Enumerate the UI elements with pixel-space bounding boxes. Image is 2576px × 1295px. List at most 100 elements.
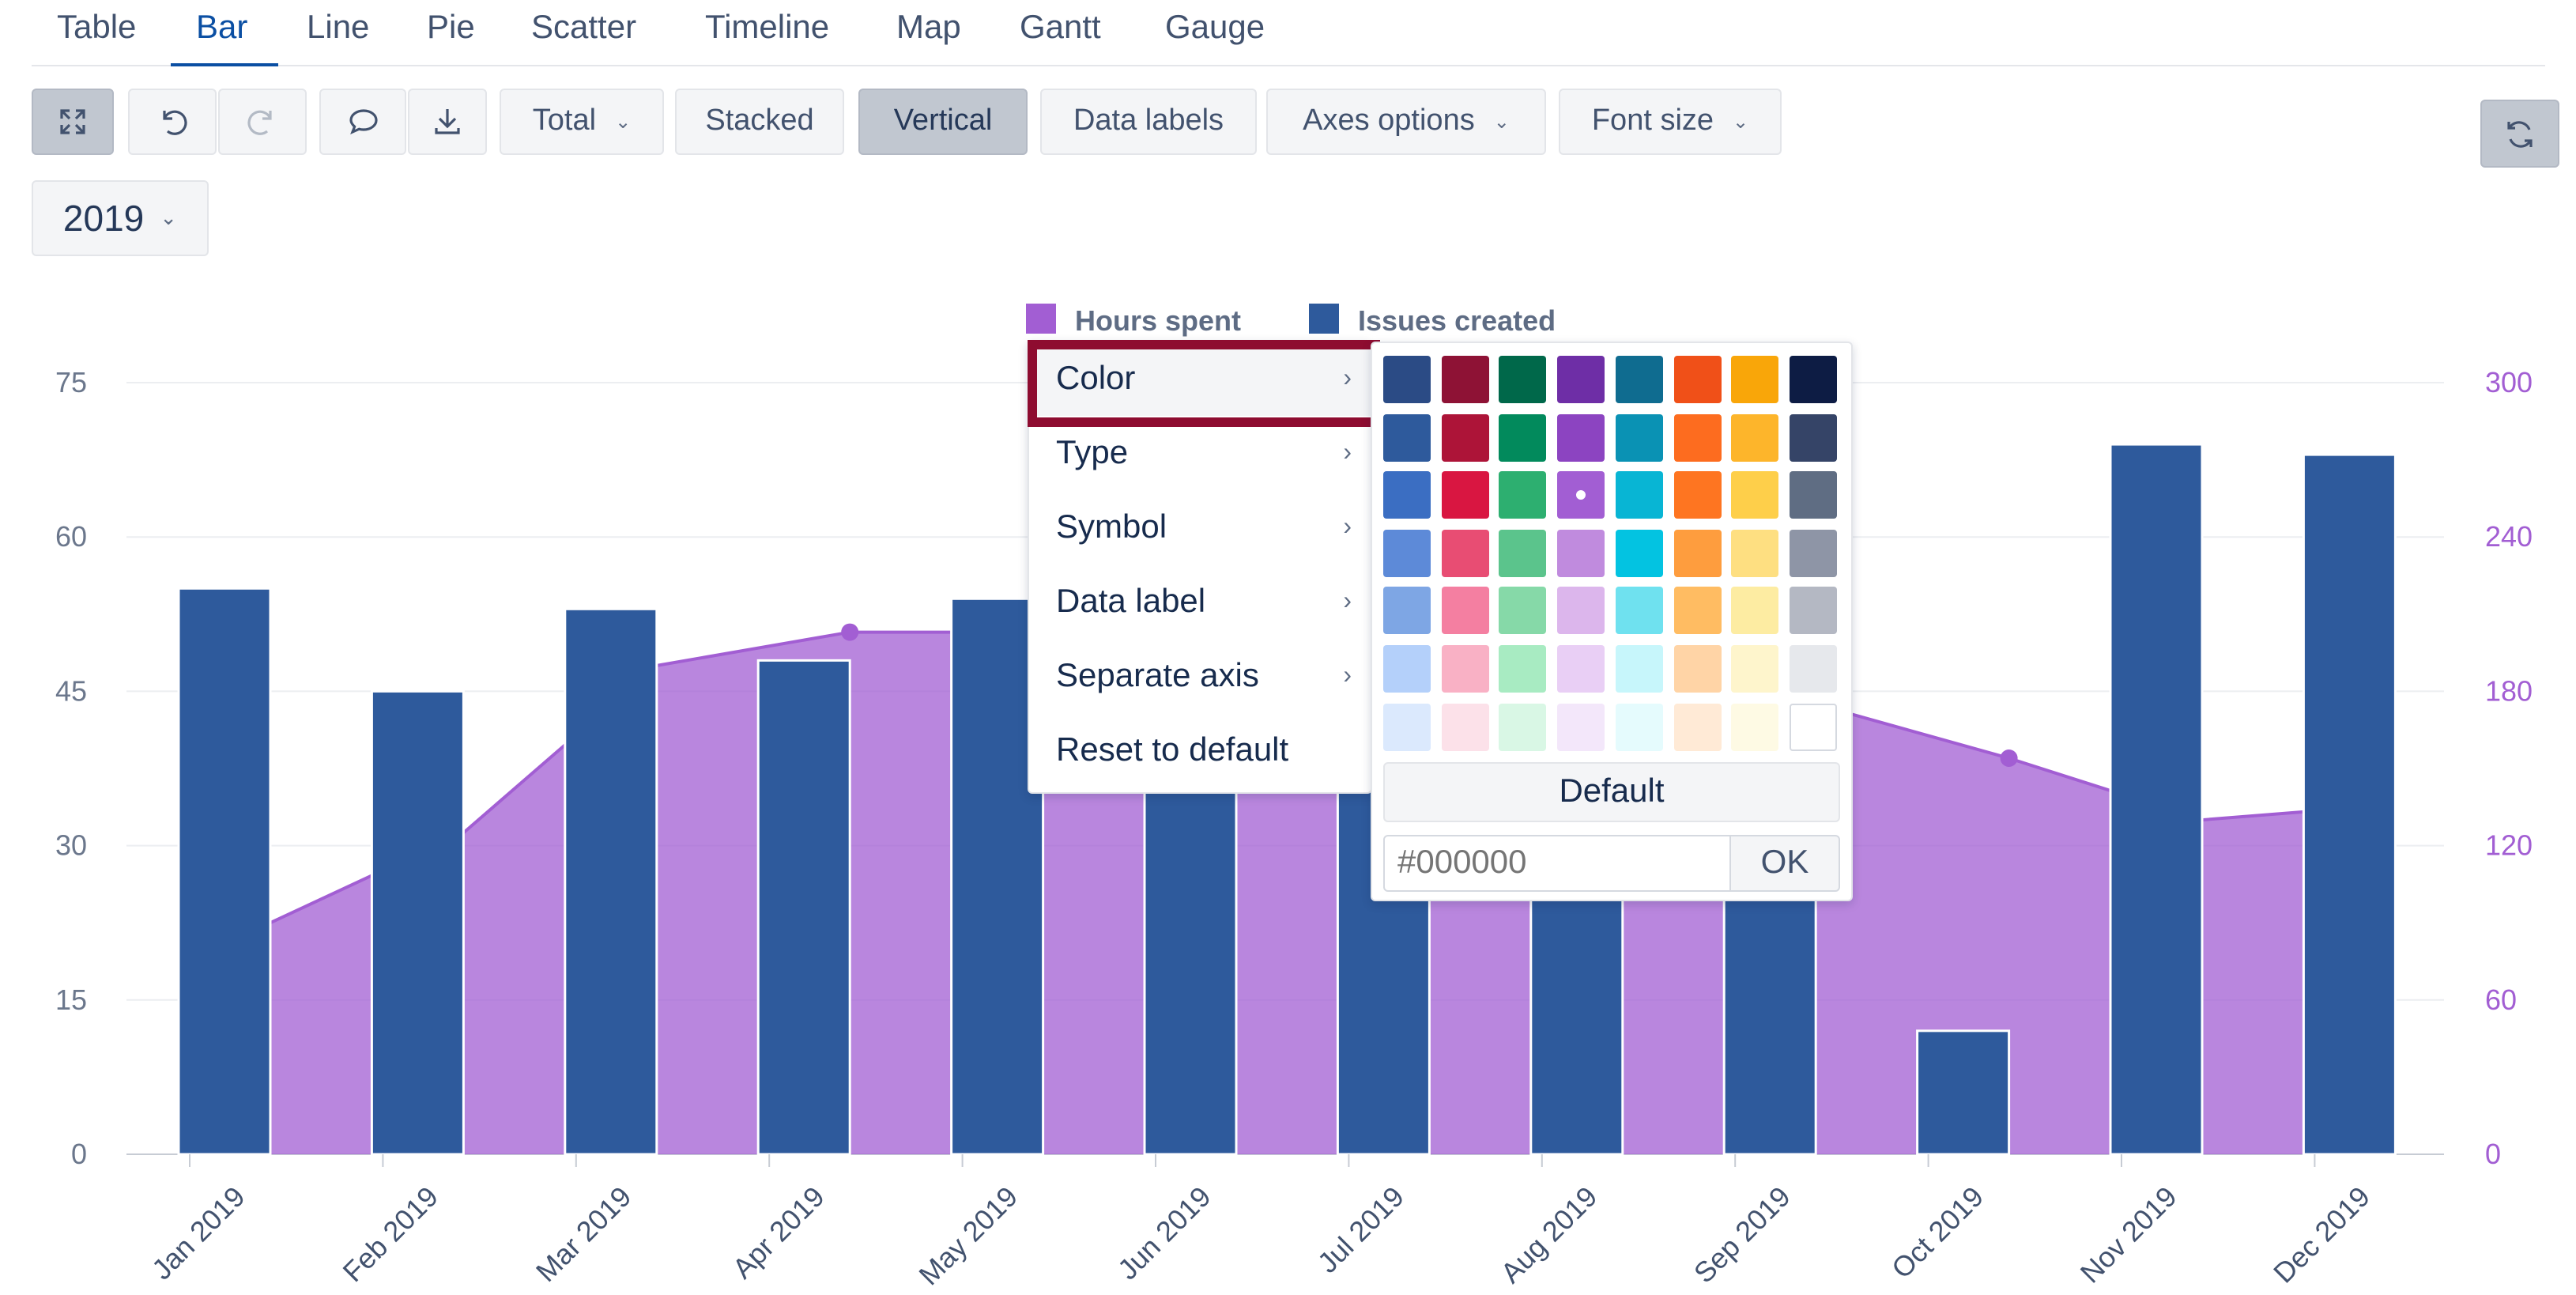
fullscreen-button[interactable] — [32, 89, 114, 155]
redo-button[interactable] — [218, 89, 307, 155]
color-swatch[interactable] — [1615, 645, 1663, 693]
color-swatch[interactable] — [1615, 587, 1663, 635]
menu-item-color[interactable]: Color › — [1029, 343, 1374, 416]
color-swatch[interactable] — [1499, 529, 1547, 577]
x-axis-tick-label: Jun 2019 — [1111, 1180, 1217, 1286]
color-swatch[interactable] — [1731, 356, 1779, 403]
menu-item-data-label[interactable]: Data label › — [1029, 566, 1374, 639]
legend-swatch-issues-created — [1309, 304, 1339, 334]
hex-color-input[interactable] — [1383, 835, 1731, 892]
refresh-button[interactable] — [2480, 100, 2559, 168]
color-swatch[interactable] — [1499, 703, 1547, 751]
color-swatch[interactable] — [1731, 703, 1779, 751]
axes-options-dropdown[interactable]: Axes options ⌄ — [1266, 89, 1546, 155]
year-dropdown[interactable]: 2019 ⌄ — [32, 180, 209, 256]
color-swatch[interactable] — [1557, 587, 1605, 635]
color-swatch[interactable] — [1557, 529, 1605, 577]
color-swatch[interactable] — [1383, 587, 1431, 635]
chevron-right-icon: › — [1343, 514, 1352, 541]
color-swatch[interactable] — [1557, 703, 1605, 751]
color-swatch[interactable] — [1441, 413, 1489, 462]
color-swatch[interactable] — [1789, 645, 1837, 693]
color-swatch[interactable] — [1673, 645, 1721, 693]
color-swatch[interactable] — [1499, 587, 1547, 635]
undo-button[interactable] — [128, 89, 217, 155]
color-swatch[interactable] — [1441, 645, 1489, 693]
color-swatch[interactable] — [1789, 413, 1837, 462]
tab-map[interactable]: Map — [896, 9, 961, 47]
tab-timeline[interactable]: Timeline — [705, 9, 829, 47]
color-swatch[interactable] — [1557, 356, 1605, 403]
tab-gantt[interactable]: Gantt — [1020, 9, 1101, 47]
default-color-button[interactable]: Default — [1383, 762, 1840, 822]
tab-gauge[interactable]: Gauge — [1165, 9, 1265, 47]
issues-created-bar — [370, 689, 465, 1156]
color-swatch[interactable] — [1499, 356, 1547, 403]
color-swatch[interactable] — [1615, 356, 1663, 403]
color-swatch[interactable] — [1731, 587, 1779, 635]
color-swatch[interactable] — [1383, 356, 1431, 403]
color-swatch[interactable] — [1673, 471, 1721, 519]
color-swatch[interactable] — [1441, 356, 1489, 403]
download-button[interactable] — [408, 89, 487, 155]
color-swatch[interactable] — [1731, 413, 1779, 462]
chevron-right-icon: › — [1343, 663, 1352, 689]
color-swatch[interactable] — [1615, 471, 1663, 519]
color-swatch[interactable] — [1673, 703, 1721, 751]
color-swatch[interactable] — [1441, 529, 1489, 577]
undo-icon — [163, 110, 187, 135]
x-axis-tick-label: Jul 2019 — [1311, 1180, 1410, 1279]
color-swatch[interactable] — [1441, 471, 1489, 519]
menu-item-separate-axis[interactable]: Separate axis › — [1029, 640, 1374, 713]
total-label: Total — [532, 104, 597, 138]
color-swatch[interactable] — [1789, 471, 1837, 519]
axes-options-label: Axes options — [1303, 104, 1475, 138]
color-swatch[interactable] — [1441, 703, 1489, 751]
color-swatch[interactable] — [1731, 645, 1779, 693]
menu-item-symbol[interactable]: Symbol › — [1029, 492, 1374, 564]
color-swatch[interactable] — [1383, 703, 1431, 751]
ok-button[interactable]: OK — [1729, 835, 1840, 892]
tab-table[interactable]: Table — [57, 9, 136, 47]
menu-item-label: Type — [1056, 435, 1129, 471]
font-size-dropdown[interactable]: Font size ⌄ — [1559, 89, 1782, 155]
comment-button[interactable] — [319, 89, 406, 155]
chevron-down-icon: ⌄ — [160, 206, 178, 229]
color-swatch[interactable] — [1615, 529, 1663, 577]
tab-scatter[interactable]: Scatter — [531, 9, 636, 47]
color-swatch[interactable] — [1557, 471, 1605, 519]
data-labels-button[interactable]: Data labels — [1040, 89, 1257, 155]
color-swatch[interactable] — [1673, 529, 1721, 577]
data-labels-label: Data labels — [1073, 104, 1224, 138]
color-swatch[interactable] — [1673, 413, 1721, 462]
color-swatch[interactable] — [1383, 645, 1431, 693]
color-swatch[interactable] — [1789, 529, 1837, 577]
color-swatch[interactable] — [1615, 413, 1663, 462]
total-dropdown[interactable]: Total ⌄ — [500, 89, 664, 155]
color-swatch[interactable] — [1499, 413, 1547, 462]
color-swatch[interactable] — [1383, 471, 1431, 519]
color-swatch[interactable] — [1557, 413, 1605, 462]
color-swatch[interactable] — [1731, 471, 1779, 519]
color-swatch[interactable] — [1789, 587, 1837, 635]
color-swatch[interactable] — [1615, 703, 1663, 751]
color-swatch[interactable] — [1731, 529, 1779, 577]
color-swatch[interactable] — [1789, 356, 1837, 403]
color-swatch[interactable] — [1383, 529, 1431, 577]
color-swatch[interactable] — [1499, 471, 1547, 519]
color-swatch[interactable] — [1499, 645, 1547, 693]
tab-bar[interactable]: Bar — [196, 9, 247, 47]
color-swatch[interactable] — [1789, 703, 1837, 751]
color-swatch[interactable] — [1557, 645, 1605, 693]
vertical-button[interactable]: Vertical — [858, 89, 1028, 155]
menu-item-reset-to-default[interactable]: Reset to default — [1029, 715, 1374, 787]
color-swatch[interactable] — [1673, 356, 1721, 403]
tab-line[interactable]: Line — [307, 9, 369, 47]
menu-item-label: Data label — [1056, 583, 1206, 620]
stacked-button[interactable]: Stacked — [675, 89, 844, 155]
menu-item-type[interactable]: Type › — [1029, 417, 1374, 490]
color-swatch[interactable] — [1383, 413, 1431, 462]
color-swatch[interactable] — [1673, 587, 1721, 635]
color-swatch[interactable] — [1441, 587, 1489, 635]
tab-pie[interactable]: Pie — [427, 9, 475, 47]
